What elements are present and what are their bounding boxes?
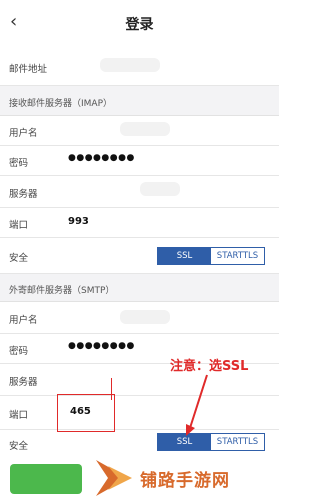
annotation-arrow-icon [186,374,208,436]
watermark-text: 铺路手游网 [140,471,230,491]
login-button[interactable] [10,464,82,494]
